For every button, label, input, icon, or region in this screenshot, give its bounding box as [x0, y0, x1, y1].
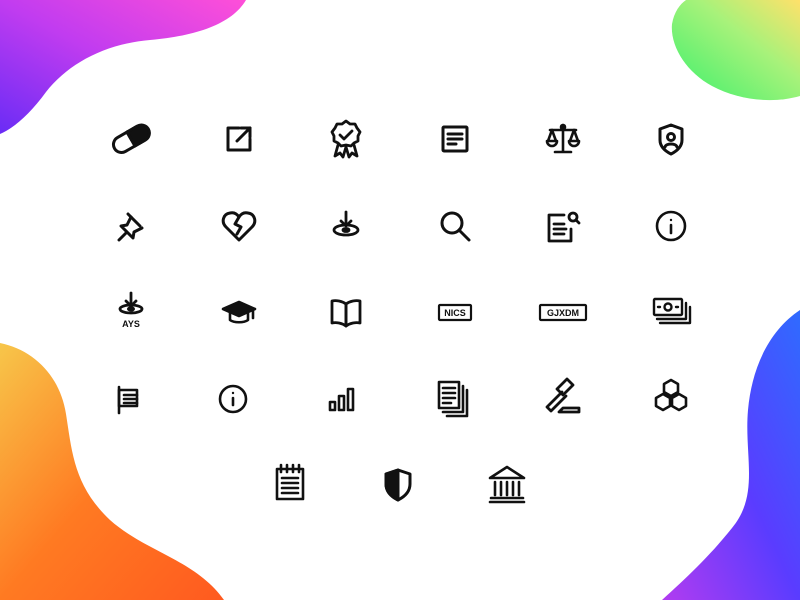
gjxdm-badge-icon: GJXDM	[537, 287, 589, 339]
document-stack-icon	[429, 373, 481, 425]
gavel-icon	[537, 373, 589, 425]
info-circle-small-icon	[213, 373, 265, 425]
document-search-icon	[537, 200, 589, 252]
nics-label: NICS	[444, 308, 466, 318]
ays-location-drop-icon: AYS	[105, 287, 157, 339]
info-circle-icon	[645, 200, 697, 252]
notepad-icon	[264, 458, 316, 510]
shield-user-icon	[645, 113, 697, 165]
hexagon-cluster-icon	[645, 373, 697, 425]
magnifier-icon	[429, 200, 481, 252]
document-icon	[429, 113, 481, 165]
external-link-icon	[213, 113, 265, 165]
courthouse-icon	[481, 458, 533, 510]
gjxdm-label: GJXDM	[547, 308, 579, 318]
graduation-cap-icon	[213, 287, 265, 339]
shield-half-icon	[372, 458, 424, 510]
open-book-icon	[320, 287, 372, 339]
ays-label: AYS	[122, 319, 140, 329]
broken-heart-icon	[213, 200, 265, 252]
nics-badge-icon: NICS	[429, 287, 481, 339]
flag-icon	[105, 373, 157, 425]
pill-icon	[105, 113, 157, 165]
scales-of-justice-icon	[537, 113, 589, 165]
blob-top-right	[671, 0, 800, 101]
pushpin-icon	[105, 200, 157, 252]
signal-bars-icon	[320, 373, 372, 425]
award-ribbon-icon	[320, 113, 372, 165]
icon-set-canvas: AYS NICS GJXDM	[0, 0, 800, 600]
blob-bottom-right	[662, 310, 800, 600]
money-stack-icon	[645, 287, 697, 339]
location-drop-icon	[320, 200, 372, 252]
